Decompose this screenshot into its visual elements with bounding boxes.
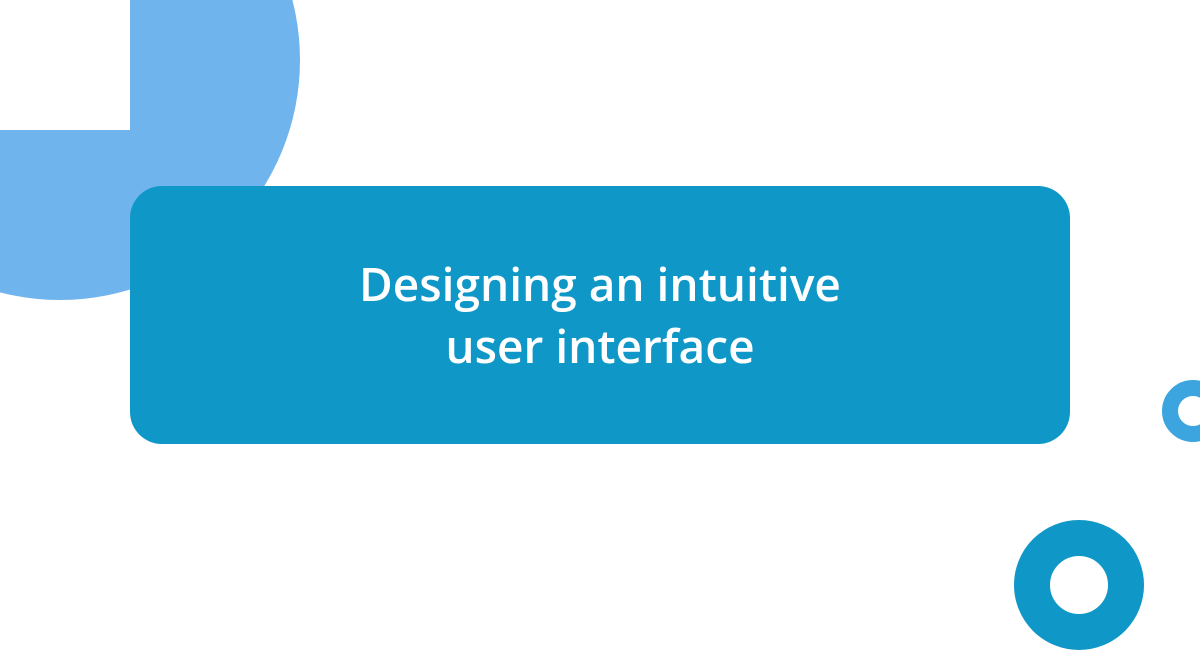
title-line-2: user interface [445,315,754,377]
title-card: Designing an intuitive user interface [130,186,1070,444]
title-line-1: Designing an intuitive [359,253,841,315]
decorative-ring-large [1014,520,1144,650]
decorative-ring-small [1162,380,1200,442]
title-text: Designing an intuitive user interface [359,253,841,377]
decorative-corner-cutout [0,0,130,130]
